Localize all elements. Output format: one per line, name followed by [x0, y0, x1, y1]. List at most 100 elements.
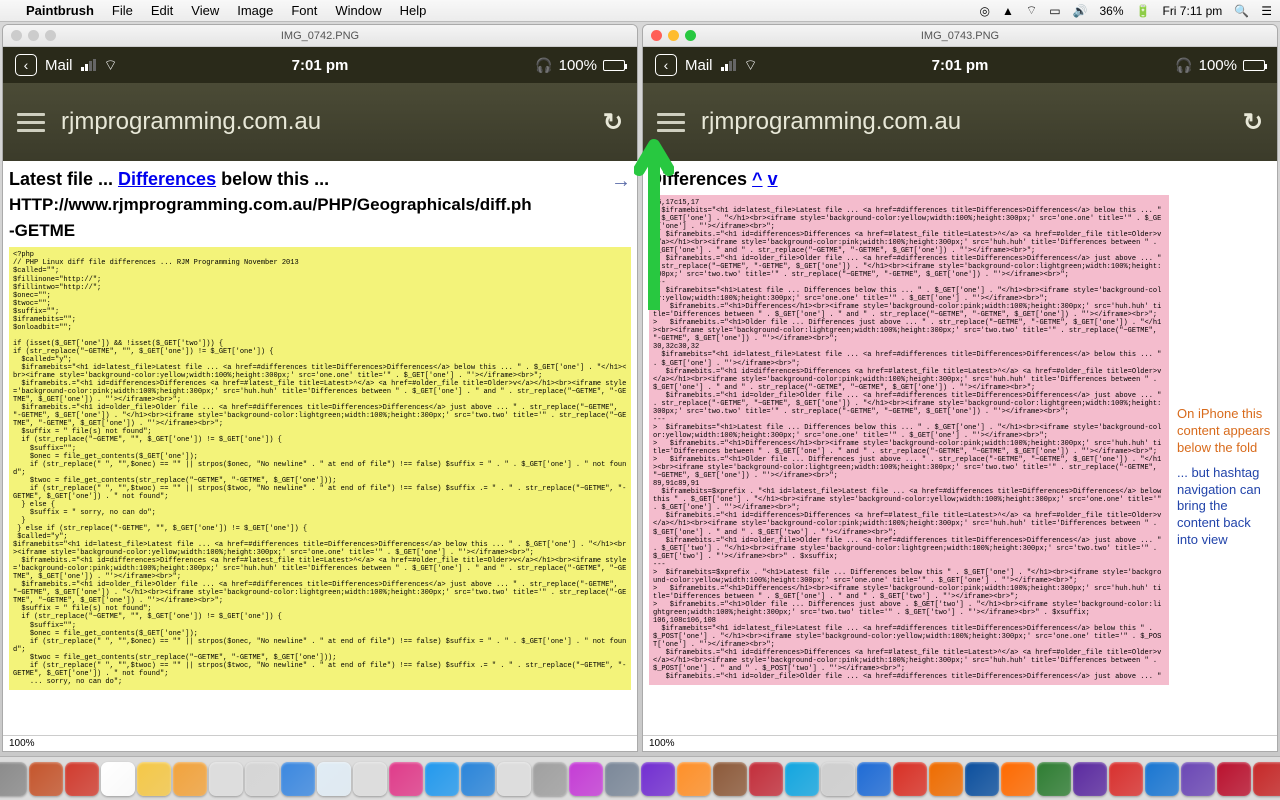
wifi-icon[interactable]: ⌔: [1026, 3, 1037, 18]
dock-app-icon[interactable]: [137, 762, 171, 796]
titlebar-right[interactable]: IMG_0743.PNG: [643, 25, 1277, 47]
battery-icon: [1243, 60, 1265, 71]
headphones-icon: 🎧: [1175, 57, 1192, 74]
dock-app-icon[interactable]: [1253, 762, 1280, 796]
dock-app-icon[interactable]: [929, 762, 963, 796]
dock-app-icon[interactable]: [677, 762, 711, 796]
dock-app-icon[interactable]: [65, 762, 99, 796]
dock-app-icon[interactable]: [785, 762, 819, 796]
zoom-icon[interactable]: [45, 30, 56, 41]
code-yellow: <?php // PHP Linux diff file differences…: [9, 247, 631, 690]
menu-file[interactable]: File: [112, 3, 133, 18]
dock-app-icon[interactable]: [533, 762, 567, 796]
signal-icon: [721, 59, 736, 71]
dock-app-icon[interactable]: [425, 762, 459, 796]
differences-link: Differences: [118, 169, 216, 189]
window-title: IMG_0743.PNG: [921, 30, 999, 42]
zoom-value: 100%: [9, 738, 35, 749]
nav-down-link: v: [768, 169, 778, 189]
battery-icon: [603, 60, 625, 71]
macos-menubar: Paintbrush File Edit View Image Font Win…: [0, 0, 1280, 22]
dock-app-icon[interactable]: [1109, 762, 1143, 796]
app-name[interactable]: Paintbrush: [26, 3, 94, 18]
ios-back-app: Mail: [45, 57, 73, 74]
dock-app-icon[interactable]: [641, 762, 675, 796]
menu-view[interactable]: View: [191, 3, 219, 18]
menu-edit[interactable]: Edit: [151, 3, 173, 18]
volume-icon[interactable]: 🔊: [1073, 4, 1088, 18]
url-text: rjmprogramming.com.au: [61, 108, 587, 136]
titlebar-left[interactable]: IMG_0742.PNG: [3, 25, 637, 47]
headphones-icon: 🎧: [535, 57, 552, 74]
clock[interactable]: Fri 7:11 pm: [1162, 4, 1222, 18]
url-text: rjmprogramming.com.au: [701, 108, 1227, 136]
menu-help[interactable]: Help: [400, 3, 427, 18]
hamburger-icon: [17, 113, 45, 132]
ios-statusbar: ‹ Mail ⌔ 7:01 pm 🎧 100%: [643, 47, 1277, 83]
spotlight-icon[interactable]: 🔍: [1234, 4, 1249, 18]
heading-suffix: below this ...: [216, 169, 329, 189]
ios-back-icon: ‹: [655, 54, 677, 76]
dock-app-icon[interactable]: [569, 762, 603, 796]
annotation-orange: On iPhone this content appears below the…: [1177, 406, 1273, 457]
dock-app-icon[interactable]: [965, 762, 999, 796]
page-heading: Differences ^ v: [649, 169, 1271, 191]
dock-app-icon[interactable]: [497, 762, 531, 796]
code-pink: 15,17c15,17 $iframebits="<h1 id=latest_f…: [649, 195, 1169, 686]
green-arrow-annotation: [634, 130, 674, 310]
dock-app-icon[interactable]: [857, 762, 891, 796]
dock-app-icon[interactable]: [389, 762, 423, 796]
minimize-icon[interactable]: [668, 30, 679, 41]
dock-app-icon[interactable]: [821, 762, 855, 796]
close-icon[interactable]: [651, 30, 662, 41]
display-icon[interactable]: ▭: [1049, 4, 1060, 18]
macos-dock[interactable]: [0, 756, 1280, 800]
dock-app-icon[interactable]: [353, 762, 387, 796]
menu-window[interactable]: Window: [335, 3, 381, 18]
ios-battery-pct: 100%: [559, 57, 597, 74]
close-icon[interactable]: [11, 30, 22, 41]
dock-app-icon[interactable]: [209, 762, 243, 796]
heading-prefix: Latest file ...: [9, 169, 118, 189]
dock-app-icon[interactable]: [101, 762, 135, 796]
status-icon[interactable]: ▲: [1002, 4, 1014, 18]
dock-app-icon[interactable]: [605, 762, 639, 796]
dock-app-icon[interactable]: [893, 762, 927, 796]
annotation-blue: ... but hashtag navigation can bring the…: [1177, 465, 1273, 549]
minimize-icon[interactable]: [28, 30, 39, 41]
hamburger-icon: [657, 113, 685, 132]
dock-app-icon[interactable]: [1073, 762, 1107, 796]
dock-app-icon[interactable]: [281, 762, 315, 796]
ios-back-app: Mail: [685, 57, 713, 74]
status-icon[interactable]: ◎: [980, 4, 990, 18]
menu-image[interactable]: Image: [237, 3, 273, 18]
nav-up-link: ^: [752, 169, 763, 189]
zoom-value: 100%: [649, 738, 675, 749]
dock-app-icon[interactable]: [749, 762, 783, 796]
reload-icon: ↻: [1243, 108, 1263, 137]
dock-app-icon[interactable]: [317, 762, 351, 796]
dock-app-icon[interactable]: [1001, 762, 1035, 796]
wifi-icon: ⌔: [104, 56, 118, 75]
page-subheading-getme: -GETME: [9, 221, 631, 241]
ios-back-icon: ‹: [15, 54, 37, 76]
dock-app-icon[interactable]: [173, 762, 207, 796]
dock-app-icon[interactable]: [1217, 762, 1251, 796]
dock-app-icon[interactable]: [1181, 762, 1215, 796]
reload-icon: ↻: [603, 108, 623, 137]
window-title: IMG_0742.PNG: [281, 30, 359, 42]
battery-pct[interactable]: 36%: [1100, 4, 1124, 18]
dock-app-icon[interactable]: [1037, 762, 1071, 796]
menu-font[interactable]: Font: [291, 3, 317, 18]
dock-app-icon[interactable]: [713, 762, 747, 796]
ios-statusbar: ‹ Mail ⌔ 7:01 pm 🎧 100%: [3, 47, 637, 83]
zoom-icon[interactable]: [685, 30, 696, 41]
dock-app-icon[interactable]: [29, 762, 63, 796]
wifi-icon: ⌔: [744, 56, 758, 75]
notification-icon[interactable]: ☰: [1261, 4, 1272, 18]
annotation: On iPhone this content appears below the…: [1177, 406, 1273, 549]
dock-app-icon[interactable]: [461, 762, 495, 796]
dock-app-icon[interactable]: [245, 762, 279, 796]
dock-app-icon[interactable]: [0, 762, 27, 796]
dock-app-icon[interactable]: [1145, 762, 1179, 796]
